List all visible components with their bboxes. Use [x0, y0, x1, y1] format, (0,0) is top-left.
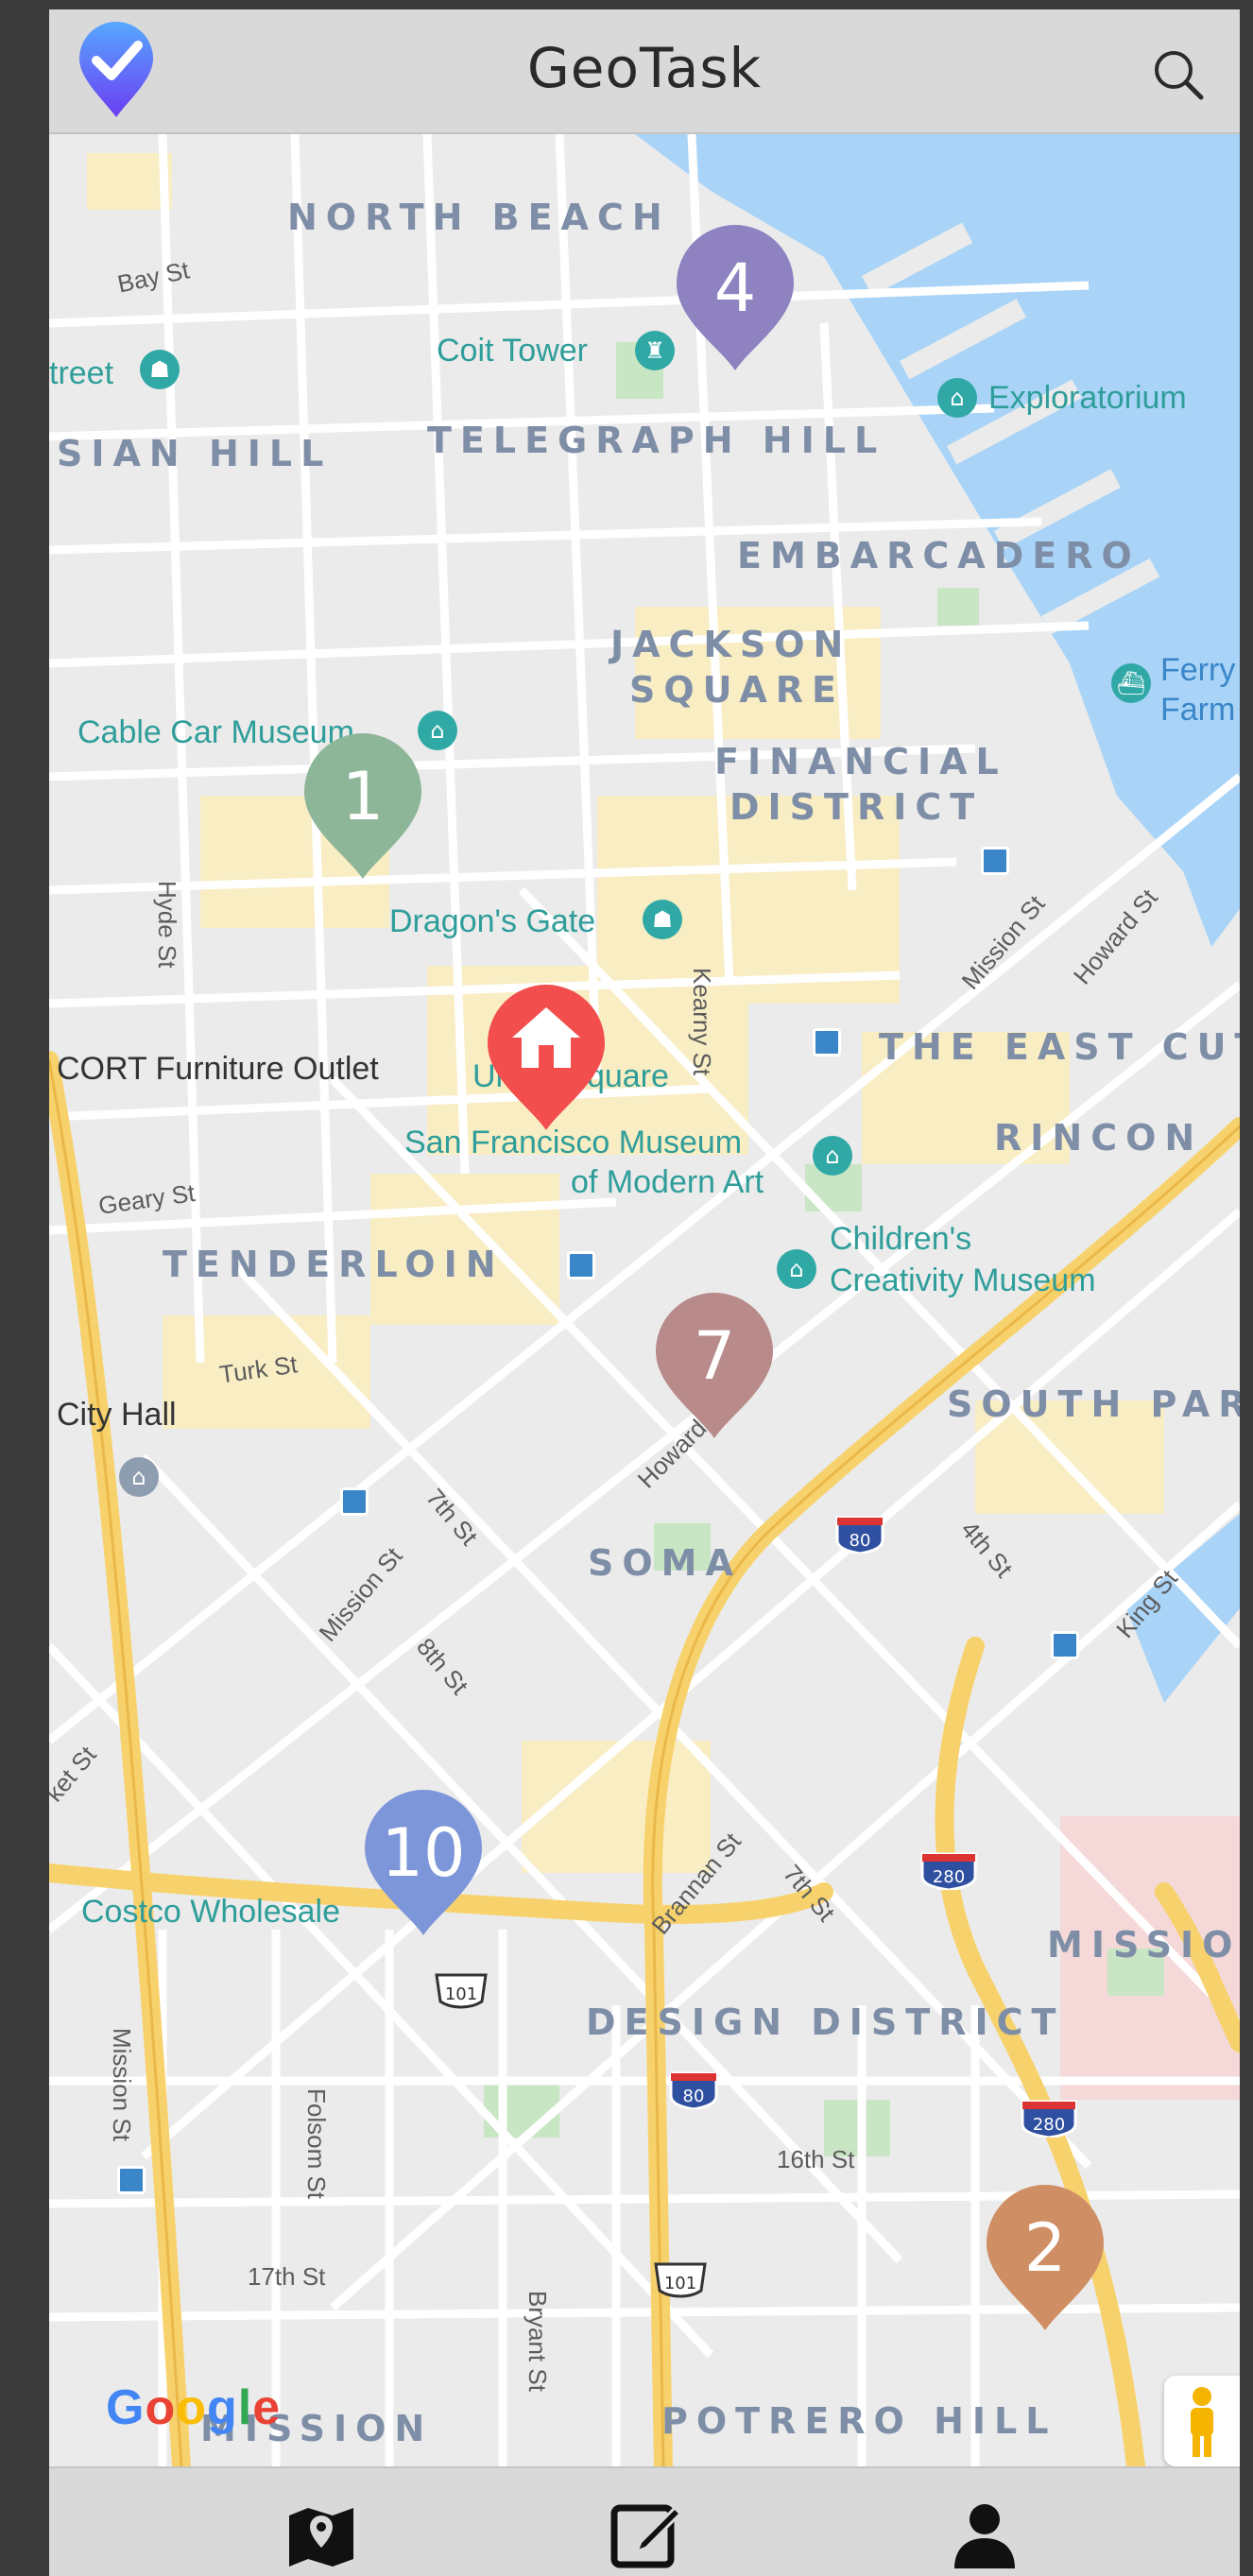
poi-label[interactable]: treet: [49, 355, 113, 392]
monument-icon: ♜: [635, 331, 675, 370]
map-view[interactable]: NORTH BEACH TELEGRAPH HILL SIAN HILL EMB…: [49, 134, 1240, 2466]
poi-label[interactable]: Children's: [830, 1221, 971, 1258]
transit-icon: [813, 1028, 841, 1056]
poi-label[interactable]: CORT Furniture Outlet: [57, 1051, 379, 1088]
google-logo: Google: [106, 2379, 281, 2436]
district-label: THE EAST CUT: [879, 1026, 1240, 1068]
home-pin[interactable]: [484, 981, 609, 1132]
district-label: SOMA: [588, 1542, 742, 1584]
svg-text:80: 80: [850, 1531, 871, 1551]
museum-icon: ⌂: [813, 1136, 852, 1176]
district-label: FINANCIAL: [714, 741, 1007, 782]
google-logo-letter: o: [176, 2380, 207, 2435]
district-label: POTRERO HILL: [661, 2400, 1057, 2442]
museum-icon: ⌂: [937, 378, 977, 418]
task-pin-2[interactable]: 2: [983, 2181, 1107, 2332]
google-logo-letter: G: [106, 2380, 146, 2435]
nav-map-button[interactable]: [283, 2497, 359, 2572]
transit-icon: [981, 847, 1009, 875]
google-logo-letter: o: [145, 2380, 177, 2435]
pegman-icon: [1191, 2387, 1213, 2457]
pin-label: 1: [341, 758, 385, 835]
svg-text:101: 101: [664, 2274, 696, 2293]
district-label: SQUARE: [629, 669, 845, 711]
street-label: Folsom St: [302, 2088, 331, 2200]
poi-label[interactable]: Costco Wholesale: [81, 1894, 340, 1931]
ferry-icon: ⛴: [1111, 663, 1151, 703]
svg-text:280: 280: [1033, 2115, 1065, 2135]
transit-icon: [340, 1487, 369, 1516]
pin-label: 7: [693, 1317, 736, 1395]
district-label: TENDERLOIN: [163, 1244, 505, 1285]
google-logo-letter: e: [252, 2380, 282, 2435]
app-title: GeoTask: [526, 36, 763, 100]
bottom-nav: [49, 2466, 1240, 2576]
transit-icon: [1051, 1631, 1079, 1659]
highway-shield: 280: [1021, 2100, 1077, 2139]
poi-label[interactable]: Creativity Museum: [830, 1262, 1096, 1299]
task-pin-7[interactable]: 7: [652, 1289, 777, 1440]
poi-label[interactable]: Coit Tower: [437, 333, 588, 369]
landmark-icon: ☗: [140, 350, 180, 389]
svg-text:80: 80: [683, 2087, 705, 2106]
user-icon: [954, 2504, 1015, 2568]
street-label: Kearny St: [688, 968, 716, 1076]
district-label: DISTRICT: [729, 786, 984, 828]
district-label: MISSIO: [1047, 1924, 1240, 1966]
street-label: 16th St: [777, 2145, 855, 2173]
museum-icon: ⌂: [777, 1249, 816, 1289]
street-label: Bryant St: [524, 2291, 552, 2392]
street-view-pegman-button[interactable]: [1164, 2376, 1240, 2466]
task-pin-1[interactable]: 1: [300, 730, 425, 881]
street-label: Hyde St: [153, 881, 181, 969]
poi-label[interactable]: of Modern Art: [571, 1164, 764, 1201]
district-label: EMBARCADERO: [737, 535, 1141, 576]
google-logo-letter: l: [237, 2380, 253, 2435]
transit-icon: [117, 2166, 146, 2194]
svg-text:280: 280: [933, 1867, 965, 1887]
district-label: DESIGN DISTRICT: [586, 2001, 1065, 2043]
poi-label[interactable]: Farm: [1160, 692, 1235, 729]
svg-text:101: 101: [445, 1984, 477, 2004]
app-screen: GeoTask NORTH BEACH TELEGRAPH HILL SIAN …: [49, 9, 1240, 2576]
pin-label: 4: [713, 249, 757, 327]
poi-label[interactable]: Exploratorium: [988, 380, 1187, 417]
government-icon: ⌂: [119, 1457, 159, 1497]
district-label: RINCON: [994, 1117, 1204, 1159]
district-label: SOUTH PAR: [947, 1383, 1240, 1425]
search-icon: [1155, 51, 1204, 100]
street-label: Mission St: [108, 2028, 136, 2141]
district-label: SIAN HILL: [57, 433, 333, 474]
search-button[interactable]: [1149, 45, 1208, 104]
map-pin-icon: [289, 2508, 353, 2567]
transit-icon: [567, 1251, 595, 1279]
poi-label[interactable]: Ferry: [1160, 652, 1235, 689]
district-label: JACKSON: [610, 624, 852, 665]
poi-label[interactable]: City Hall: [57, 1397, 177, 1434]
google-logo-letter: g: [206, 2380, 238, 2435]
street-label: 17th St: [248, 2262, 326, 2291]
pin-label: 10: [381, 1814, 466, 1892]
highway-shield: 101: [652, 2262, 707, 2300]
district-label: NORTH BEACH: [287, 197, 671, 238]
district-label: TELEGRAPH HILL: [427, 420, 886, 461]
highway-shield: 280: [920, 1852, 977, 1892]
pin-label: 2: [1023, 2209, 1067, 2287]
highway-shield: 80: [669, 2071, 718, 2111]
poi-label[interactable]: Dragon's Gate: [389, 903, 595, 940]
task-pin-4[interactable]: 4: [673, 221, 798, 372]
task-pin-10[interactable]: 10: [361, 1786, 486, 1937]
highway-shield: 101: [433, 1973, 488, 2011]
nav-profile-button[interactable]: [947, 2497, 1022, 2572]
edit-icon: [610, 2504, 683, 2568]
highway-shield: 80: [835, 1516, 884, 1555]
top-app-bar: GeoTask: [49, 9, 1240, 134]
nav-tasks-button[interactable]: [607, 2497, 683, 2572]
landmark-icon: ☗: [643, 900, 682, 939]
